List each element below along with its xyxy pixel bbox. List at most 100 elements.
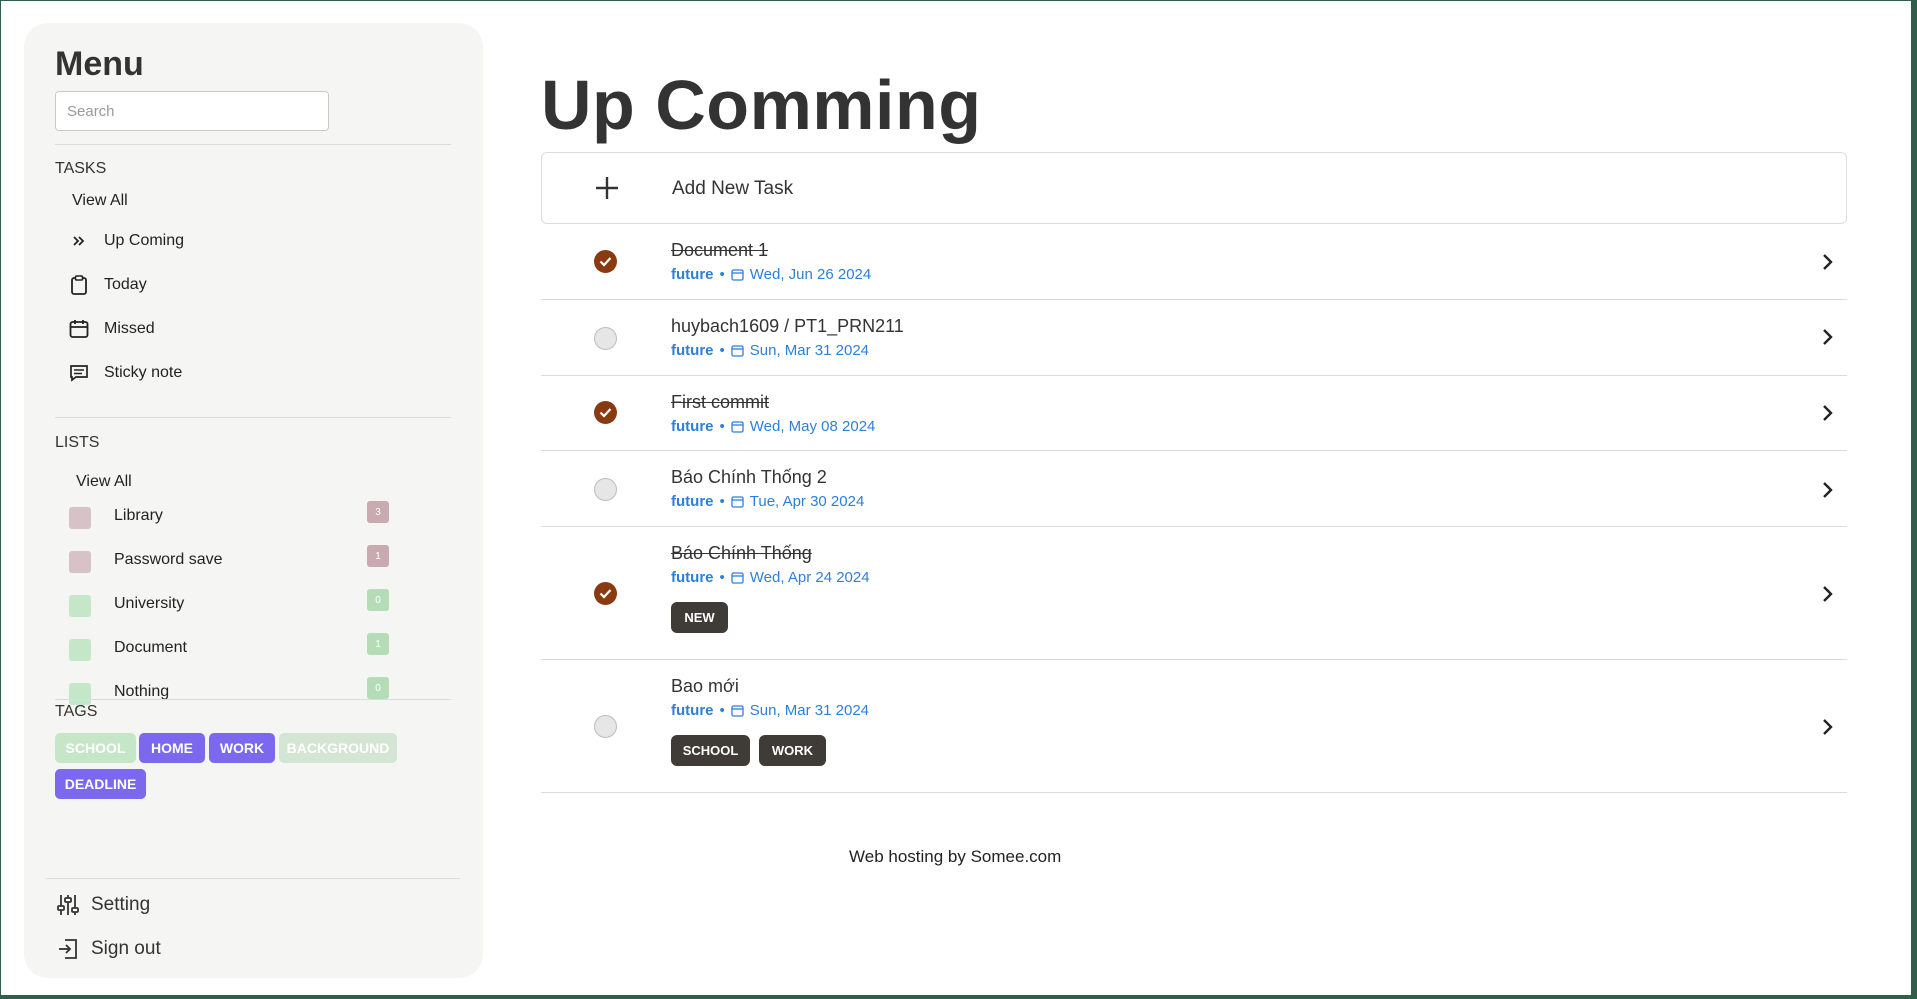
lists-view-all-link[interactable]: View All [76, 473, 132, 491]
task-row[interactable]: First commit future • Wed, May 08 2024 [541, 376, 1847, 451]
plus-icon [596, 177, 618, 199]
nav-item-missed[interactable]: Missed [68, 314, 155, 344]
task-title: huybach1609 / PT1_PRN211 [671, 316, 904, 336]
nav-item-label: Missed [104, 320, 155, 337]
add-new-task-label: Add New Task [672, 178, 794, 199]
task-checkbox-checked[interactable] [594, 582, 617, 605]
nav-item-today[interactable]: Today [68, 270, 147, 300]
task-meta: future • Wed, May 08 2024 [671, 418, 875, 435]
note-icon [68, 362, 90, 384]
calendar-icon [731, 704, 744, 717]
tag-school[interactable]: SCHOOL [55, 733, 136, 763]
task-row[interactable]: Báo Chính Thống future • Wed, Apr 24 202… [541, 527, 1847, 660]
task-title: Báo Chính Thống [671, 543, 812, 563]
chevron-right-icon [1823, 482, 1833, 498]
nav-item-sticky-note[interactable]: Sticky note [68, 358, 182, 388]
separator: • [719, 493, 725, 510]
sliders-icon [55, 892, 81, 918]
task-checkbox-checked[interactable] [594, 250, 617, 273]
task-list-name: future [671, 342, 714, 359]
menu-title: Menu [55, 45, 144, 83]
add-new-task-button[interactable]: Add New Task [541, 152, 1847, 224]
task-date: Sun, Mar 31 2024 [749, 342, 870, 359]
calendar-icon [731, 420, 744, 433]
check-icon [599, 257, 612, 267]
list-label: Document [114, 639, 187, 656]
divider [55, 417, 451, 418]
clipboard-icon [68, 274, 90, 296]
hosting-footer-text: Web hosting by Somee.com [849, 847, 1062, 866]
list-item-password-save[interactable]: Password save 1 [55, 545, 405, 575]
list-label: Password save [114, 551, 223, 568]
separator: • [719, 702, 725, 719]
list-item-nothing[interactable]: Nothing 0 [55, 677, 405, 707]
task-tag-badge: SCHOOL [671, 735, 750, 766]
task-meta: future • Tue, Apr 30 2024 [671, 493, 864, 510]
divider [55, 699, 451, 700]
chevron-right-icon [1823, 329, 1833, 345]
list-label: University [114, 595, 185, 612]
sidebar: Menu TASKS View All Up Coming Today Miss… [24, 23, 483, 978]
list-item-library[interactable]: Library 3 [55, 501, 405, 531]
task-checkbox-unchecked[interactable] [594, 715, 617, 738]
task-checkbox-unchecked[interactable] [594, 478, 617, 501]
task-date: Wed, Jun 26 2024 [749, 266, 872, 283]
nav-item-label: Today [104, 276, 147, 293]
task-list-name: future [671, 418, 714, 435]
tasks-section-title: TASKS [55, 160, 107, 177]
page-title: Up Comming [541, 66, 982, 144]
list-color-swatch [69, 595, 91, 617]
search-input[interactable] [55, 91, 329, 131]
sign-out-icon [55, 936, 81, 962]
separator: • [719, 569, 725, 586]
tag-background[interactable]: BACKGROUND [279, 733, 397, 763]
calendar-icon [68, 318, 90, 340]
separator: • [719, 266, 725, 283]
task-row[interactable]: huybach1609 / PT1_PRN211 future • Sun, M… [541, 300, 1847, 376]
nav-item-label: Up Coming [104, 232, 185, 249]
list-count-badge: 1 [367, 545, 389, 567]
nav-item-up-coming[interactable]: Up Coming [68, 226, 184, 256]
tasks-view-all-link[interactable]: View All [72, 192, 128, 210]
task-title: Document 1 [671, 240, 769, 260]
divider [55, 144, 451, 145]
task-row[interactable]: Bao mới future • Sun, Mar 31 2024 SCHOOL… [541, 660, 1847, 793]
app-window: Menu TASKS View All Up Coming Today Miss… [1, 1, 1911, 995]
chevron-right-icon [1823, 405, 1833, 421]
list-color-swatch [69, 551, 91, 573]
lists-scroll-area[interactable]: Library 3 Password save 1 University 0 D… [55, 501, 451, 711]
task-list-name: future [671, 266, 714, 283]
setting-button[interactable]: Setting [55, 890, 150, 920]
check-icon [599, 408, 612, 418]
list-color-swatch [69, 507, 91, 529]
task-title: First commit [671, 392, 769, 412]
lists-section-title: LISTS [55, 434, 100, 451]
task-checkbox-checked[interactable] [594, 401, 617, 424]
calendar-icon [731, 571, 744, 584]
sign-out-button[interactable]: Sign out [55, 934, 161, 964]
task-meta: future • Sun, Mar 31 2024 [671, 342, 869, 359]
task-date: Wed, Apr 24 2024 [749, 569, 870, 586]
task-row[interactable]: Báo Chính Thống 2 future • Tue, Apr 30 2… [541, 451, 1847, 527]
list-count-badge: 0 [367, 589, 389, 611]
list-item-document[interactable]: Document 1 [55, 633, 405, 663]
tags-section-title: TAGS [55, 703, 98, 720]
task-date: Sun, Mar 31 2024 [749, 702, 870, 719]
tag-work[interactable]: WORK [209, 733, 275, 763]
calendar-icon [731, 344, 744, 357]
list-color-swatch [69, 639, 91, 661]
task-meta: future • Wed, Jun 26 2024 [671, 266, 871, 283]
task-list-name: future [671, 702, 714, 719]
chevron-right-icon [1823, 586, 1833, 602]
task-meta: future • Wed, Apr 24 2024 [671, 569, 870, 586]
task-meta: future • Sun, Mar 31 2024 [671, 702, 869, 719]
tag-deadline[interactable]: DEADLINE [55, 769, 146, 799]
tag-home[interactable]: HOME [139, 733, 205, 763]
task-checkbox-unchecked[interactable] [594, 327, 617, 350]
calendar-icon [731, 268, 744, 281]
divider [46, 878, 460, 879]
task-row[interactable]: Document 1 future • Wed, Jun 26 2024 [541, 224, 1847, 300]
calendar-icon [731, 495, 744, 508]
list-count-badge: 1 [367, 633, 389, 655]
list-item-university[interactable]: University 0 [55, 589, 405, 619]
